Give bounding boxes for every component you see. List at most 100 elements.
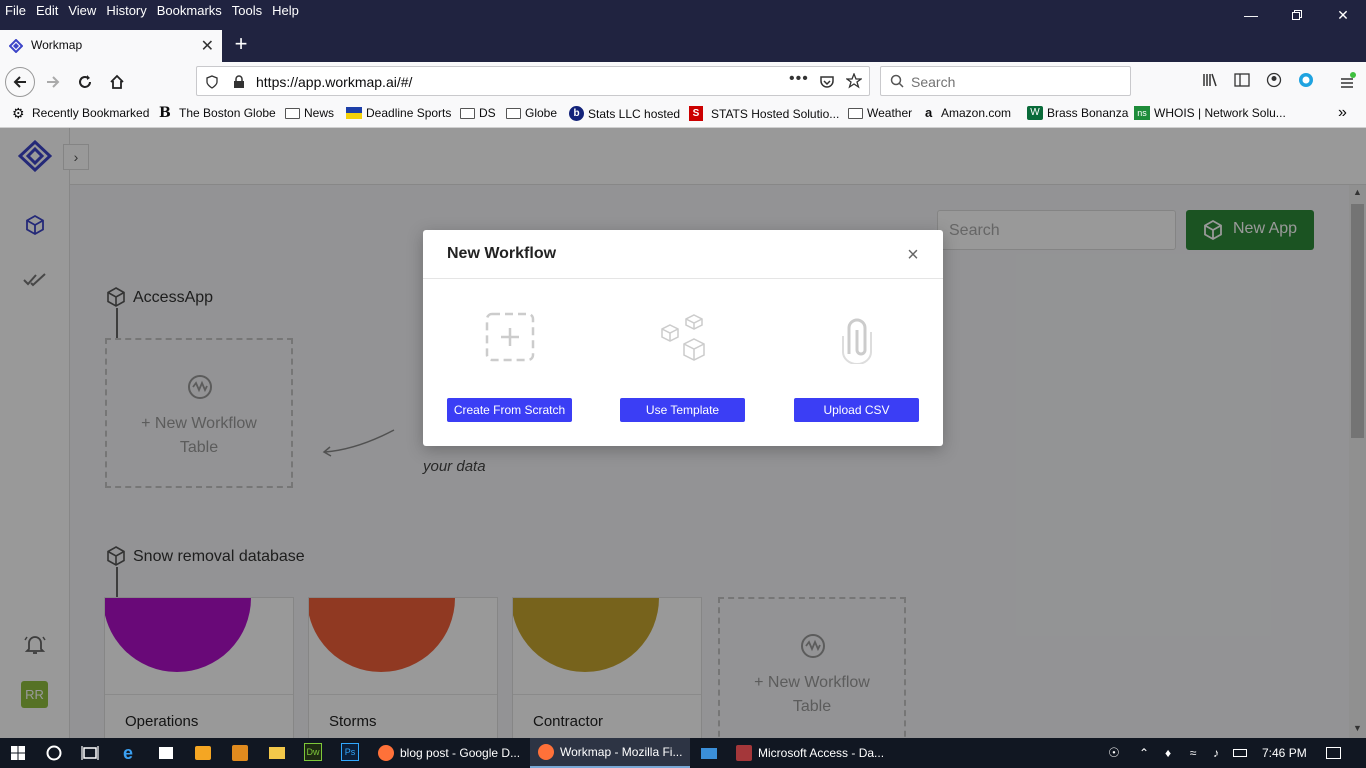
bookmark-label: STATS Hosted Solutio... xyxy=(711,106,840,121)
bookmark-stats-hosted[interactable]: S STATS Hosted Solutio... xyxy=(689,106,839,121)
back-button[interactable] xyxy=(5,67,35,97)
firefox-icon xyxy=(378,745,394,761)
tab-bar: Workmap ✕ + xyxy=(0,30,1366,62)
bookmark-weather[interactable]: Weather xyxy=(848,106,912,120)
bookmark-news[interactable]: News xyxy=(285,106,334,120)
modal-header: New Workflow × xyxy=(423,230,943,279)
bookmark-label: WHOIS | Network Solu... xyxy=(1154,106,1286,120)
menu-tools[interactable]: Tools xyxy=(232,2,262,20)
bookmark-boston-globe[interactable]: B The Boston Globe xyxy=(159,106,276,120)
menu-help[interactable]: Help xyxy=(272,2,299,20)
clock[interactable]: 7:46 PM xyxy=(1262,746,1307,760)
sublime-icon[interactable] xyxy=(230,743,250,763)
menu-view[interactable]: View xyxy=(68,2,96,20)
volume-icon[interactable]: ♪ xyxy=(1206,743,1226,763)
file-explorer-icon[interactable] xyxy=(267,743,287,763)
media-player-icon[interactable] xyxy=(193,743,213,763)
bookmarks-toolbar: ⚙ Recently Bookmarked B The Boston Globe… xyxy=(0,102,1366,128)
menu-history[interactable]: History xyxy=(106,2,146,20)
task-view-icon[interactable] xyxy=(80,743,100,763)
access-icon xyxy=(736,745,752,761)
library-icon[interactable] xyxy=(1202,72,1218,88)
upload-csv-button[interactable]: Upload CSV xyxy=(794,398,919,422)
new-workflow-modal: New Workflow × Create From Scratch Use T… xyxy=(423,230,943,446)
wifi-icon[interactable]: ≈ xyxy=(1183,743,1203,763)
chevron-up-icon[interactable]: ⌃ xyxy=(1134,743,1154,763)
minimize-button[interactable]: — xyxy=(1228,0,1274,30)
home-icon xyxy=(110,74,124,89)
windows-taskbar: e Dw Ps blog post - Google D... Workmap … xyxy=(0,738,1366,768)
dreamweaver-icon[interactable]: Dw xyxy=(304,743,322,761)
pocket-icon[interactable] xyxy=(819,74,835,90)
page-actions-icon[interactable]: ••• xyxy=(789,70,809,88)
edge-icon[interactable]: e xyxy=(118,743,138,763)
search-icon xyxy=(890,74,904,88)
url-text: https://app.workmap.ai/#/ xyxy=(256,74,413,90)
bookmark-ds[interactable]: DS xyxy=(460,106,496,120)
bookmark-brass-bonanza[interactable]: W Brass Bonanza xyxy=(1027,106,1128,120)
close-icon[interactable]: × xyxy=(904,245,922,265)
plus-square-icon xyxy=(485,312,535,362)
menu-file[interactable]: File xyxy=(5,2,26,20)
modal-title: New Workflow xyxy=(447,245,557,262)
bookmarks-overflow-icon[interactable]: » xyxy=(1338,104,1347,122)
taskbar-app-google-docs[interactable]: blog post - Google D... xyxy=(372,738,528,768)
bookmark-label: DS xyxy=(479,106,496,120)
paperclip-icon xyxy=(842,318,872,364)
gear-icon: ⚙ xyxy=(12,105,25,121)
bookmark-label: Globe xyxy=(525,106,558,120)
url-bar[interactable]: https://app.workmap.ai/#/ ••• xyxy=(196,66,870,96)
bookmark-globe[interactable]: Globe xyxy=(506,106,557,120)
bookmark-amazon[interactable]: a Amazon.com xyxy=(925,105,1011,121)
amazon-icon: a xyxy=(925,105,933,120)
browser-search-placeholder: Search xyxy=(911,74,956,90)
tab-close-icon[interactable]: ✕ xyxy=(201,36,214,56)
bookmark-recently-bookmarked[interactable]: ⚙ Recently Bookmarked xyxy=(12,106,149,120)
dropbox-icon[interactable]: ♦ xyxy=(1158,743,1178,763)
cortana-search-icon[interactable] xyxy=(44,743,64,763)
sidebar-toggle-icon[interactable] xyxy=(1234,72,1250,88)
restore-button[interactable] xyxy=(1274,0,1320,30)
folder-icon xyxy=(506,107,521,119)
notifications-icon[interactable] xyxy=(1323,743,1343,763)
store-icon[interactable] xyxy=(156,743,176,763)
folder-icon xyxy=(460,107,475,119)
extension-icon[interactable] xyxy=(1298,72,1314,88)
new-tab-button[interactable]: + xyxy=(228,32,254,58)
battery-icon[interactable] xyxy=(1230,743,1250,763)
close-window-button[interactable]: ✕ xyxy=(1320,0,1366,30)
menu-edit[interactable]: Edit xyxy=(36,2,58,20)
home-button[interactable] xyxy=(102,67,132,97)
taskbar-app-label: Workmap - Mozilla Fi... xyxy=(560,745,683,759)
taskbar-app-workmap[interactable]: Workmap - Mozilla Fi... xyxy=(530,738,690,768)
menu-bar: File Edit View History Bookmarks Tools H… xyxy=(0,0,1366,30)
create-from-scratch-button[interactable]: Create From Scratch xyxy=(447,398,572,422)
firefox-icon xyxy=(538,744,554,760)
people-icon[interactable]: ☉ xyxy=(1104,743,1124,763)
mail-icon[interactable] xyxy=(699,743,719,763)
hamburger-menu-icon[interactable] xyxy=(1338,72,1356,90)
arrow-right-icon xyxy=(47,76,60,88)
star-icon[interactable] xyxy=(846,73,862,89)
account-icon[interactable] xyxy=(1266,72,1282,88)
arrow-left-icon xyxy=(13,76,26,88)
photoshop-icon[interactable]: Ps xyxy=(341,743,359,761)
bookmark-label: The Boston Globe xyxy=(179,106,276,120)
bookmark-label: News xyxy=(304,106,335,120)
stats-icon: S xyxy=(689,106,703,121)
ns-icon: ns xyxy=(1134,106,1150,120)
forward-button[interactable] xyxy=(38,67,68,97)
bookmark-label: Deadline Sports xyxy=(366,106,452,120)
bookmark-whois[interactable]: ns WHOIS | Network Solu... xyxy=(1134,106,1286,120)
bookmark-stats-llc[interactable]: b Stats LLC hosted xyxy=(569,106,680,121)
browser-search-field[interactable]: Search xyxy=(880,66,1131,96)
navigation-toolbar: https://app.workmap.ai/#/ ••• Search xyxy=(0,62,1366,102)
reload-button[interactable] xyxy=(70,67,100,97)
tab-workmap[interactable]: Workmap ✕ xyxy=(0,30,222,62)
menu-bookmarks[interactable]: Bookmarks xyxy=(157,2,222,20)
use-template-button[interactable]: Use Template xyxy=(620,398,745,422)
bookmark-deadline-sports[interactable]: Deadline Sports xyxy=(346,106,451,120)
folder-icon xyxy=(848,107,863,119)
windows-start-icon[interactable] xyxy=(8,743,28,763)
taskbar-app-access[interactable]: Microsoft Access - Da... xyxy=(728,738,888,768)
